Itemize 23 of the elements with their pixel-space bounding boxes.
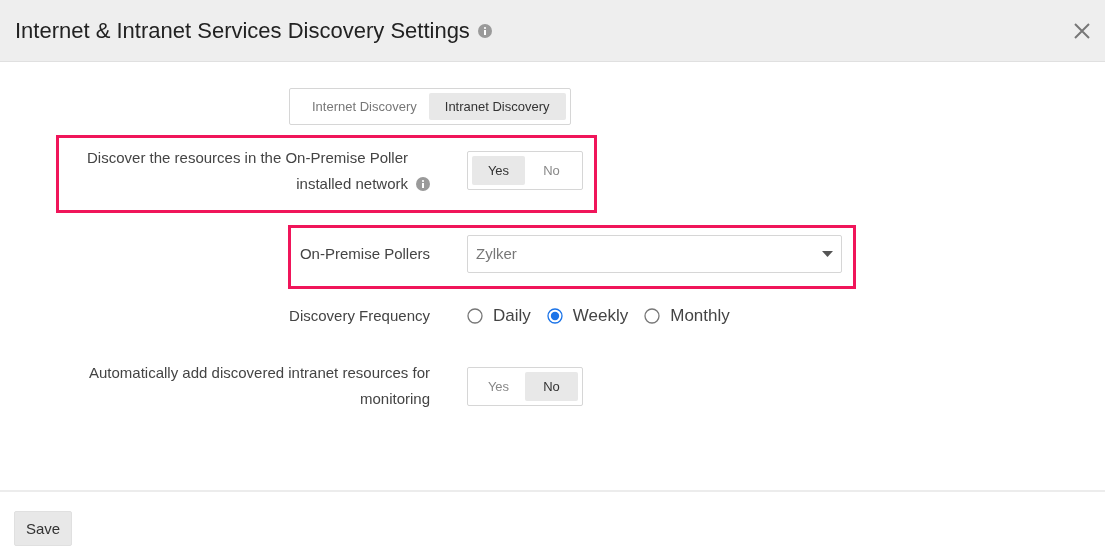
radio-label: Daily xyxy=(493,306,531,326)
dropdown-field[interactable]: Zylker xyxy=(467,234,842,273)
radio-label: Monthly xyxy=(670,306,730,326)
close-icon[interactable] xyxy=(1073,21,1091,40)
info-icon[interactable] xyxy=(477,23,492,38)
dialog-title: Internet & Intranet Services Discovery Settings xyxy=(15,17,470,44)
radio-button[interactable] xyxy=(467,308,483,324)
radio-button[interactable] xyxy=(644,308,661,324)
toggle-option[interactable]: No xyxy=(525,156,578,185)
setting-label: On-Premise Pollers xyxy=(299,243,430,264)
toggle-option[interactable]: No xyxy=(525,371,578,401)
caret-icon xyxy=(822,250,833,257)
radio-button[interactable] xyxy=(546,308,563,324)
setting-label: Discovery Frequency xyxy=(289,306,430,326)
info-icon[interactable] xyxy=(416,176,430,191)
tab[interactable]: Intranet Discovery xyxy=(428,93,566,120)
toggle-option[interactable]: Yes xyxy=(472,156,525,185)
setting-label: Automatically add discovered intranet resources for monitoring xyxy=(88,363,430,409)
radio-label: Weekly xyxy=(572,306,629,326)
save-button[interactable]: Save xyxy=(14,511,73,546)
toggle-option[interactable]: Yes xyxy=(472,371,525,401)
setting-label: Discover the resources in the On-Premise Poller installed network xyxy=(86,147,408,194)
tab[interactable]: Internet Discovery xyxy=(304,93,425,120)
